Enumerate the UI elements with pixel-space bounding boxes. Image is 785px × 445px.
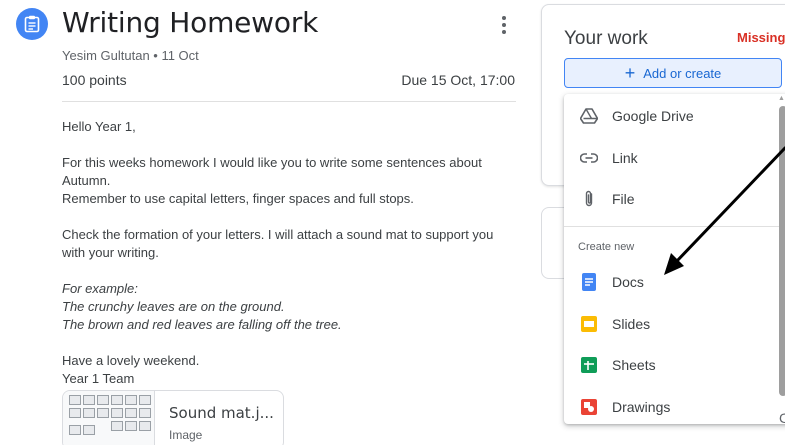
your-work-title: Your work bbox=[564, 28, 648, 49]
menu-item-label: Link bbox=[612, 150, 638, 166]
paperclip-icon bbox=[578, 190, 600, 208]
due-date: Due 15 Oct, 17:00 bbox=[401, 72, 515, 88]
slides-icon bbox=[578, 316, 600, 332]
add-or-create-menu: Google Drive Link File Create new Docs S… bbox=[564, 94, 785, 424]
docs-icon bbox=[578, 273, 600, 291]
assignment-points: 100 points bbox=[62, 72, 127, 88]
instructions: Hello Year 1, For this weeks homework I … bbox=[62, 118, 516, 406]
scroll-up-icon[interactable]: ▲ bbox=[778, 95, 785, 102]
link-icon bbox=[578, 153, 600, 163]
assignment-meta: Yesim Gultutan • 11 Oct bbox=[62, 48, 199, 63]
menu-divider bbox=[564, 226, 785, 227]
menu-item-label: Drawings bbox=[612, 399, 671, 415]
menu-item-label: Slides bbox=[612, 316, 651, 332]
attachment-name: Sound mat.j... bbox=[169, 404, 274, 422]
menu-item-file[interactable]: File bbox=[564, 179, 779, 219]
menu-item-link[interactable]: Link bbox=[564, 138, 779, 178]
attachment-thumbnail bbox=[63, 391, 155, 445]
drawings-icon bbox=[578, 399, 600, 415]
add-or-create-label: Add or create bbox=[643, 65, 722, 81]
menu-item-label: File bbox=[612, 191, 635, 207]
header-divider bbox=[62, 101, 516, 102]
instructions-paragraph: Hello Year 1, bbox=[62, 119, 136, 134]
sheets-icon bbox=[578, 357, 600, 373]
instructions-example: For example: The crunchy leaves are on t… bbox=[62, 281, 342, 332]
menu-scrollbar[interactable] bbox=[779, 106, 785, 396]
google-drive-icon bbox=[578, 108, 600, 124]
menu-item-docs[interactable]: Docs bbox=[564, 262, 779, 302]
instructions-signoff: Have a lovely weekend. Year 1 Team bbox=[62, 353, 200, 386]
more-options-icon[interactable] bbox=[494, 14, 514, 36]
menu-item-sheets[interactable]: Sheets bbox=[564, 345, 779, 385]
menu-item-google-drive[interactable]: Google Drive bbox=[564, 96, 779, 136]
create-new-heading: Create new bbox=[578, 241, 635, 253]
plus-icon: + bbox=[624, 63, 636, 83]
menu-item-label: Docs bbox=[612, 274, 644, 290]
menu-item-drawings[interactable]: Drawings bbox=[564, 387, 779, 424]
menu-item-label: Google Drive bbox=[612, 108, 694, 124]
assignment-icon bbox=[16, 8, 48, 40]
status-badge: Missing bbox=[737, 30, 785, 45]
partial-text: C bbox=[779, 410, 785, 426]
attachment-type: Image bbox=[169, 428, 203, 442]
instructions-paragraph: For this weeks homework I would like you… bbox=[62, 155, 482, 206]
attachment-card[interactable]: Sound mat.j... Image bbox=[62, 390, 284, 445]
menu-item-slides[interactable]: Slides bbox=[564, 304, 779, 344]
instructions-paragraph: Check the formation of your letters. I w… bbox=[62, 227, 494, 260]
assignment-title: Writing Homework bbox=[62, 6, 319, 39]
menu-item-label: Sheets bbox=[612, 357, 656, 373]
add-or-create-button[interactable]: + Add or create bbox=[564, 58, 782, 88]
